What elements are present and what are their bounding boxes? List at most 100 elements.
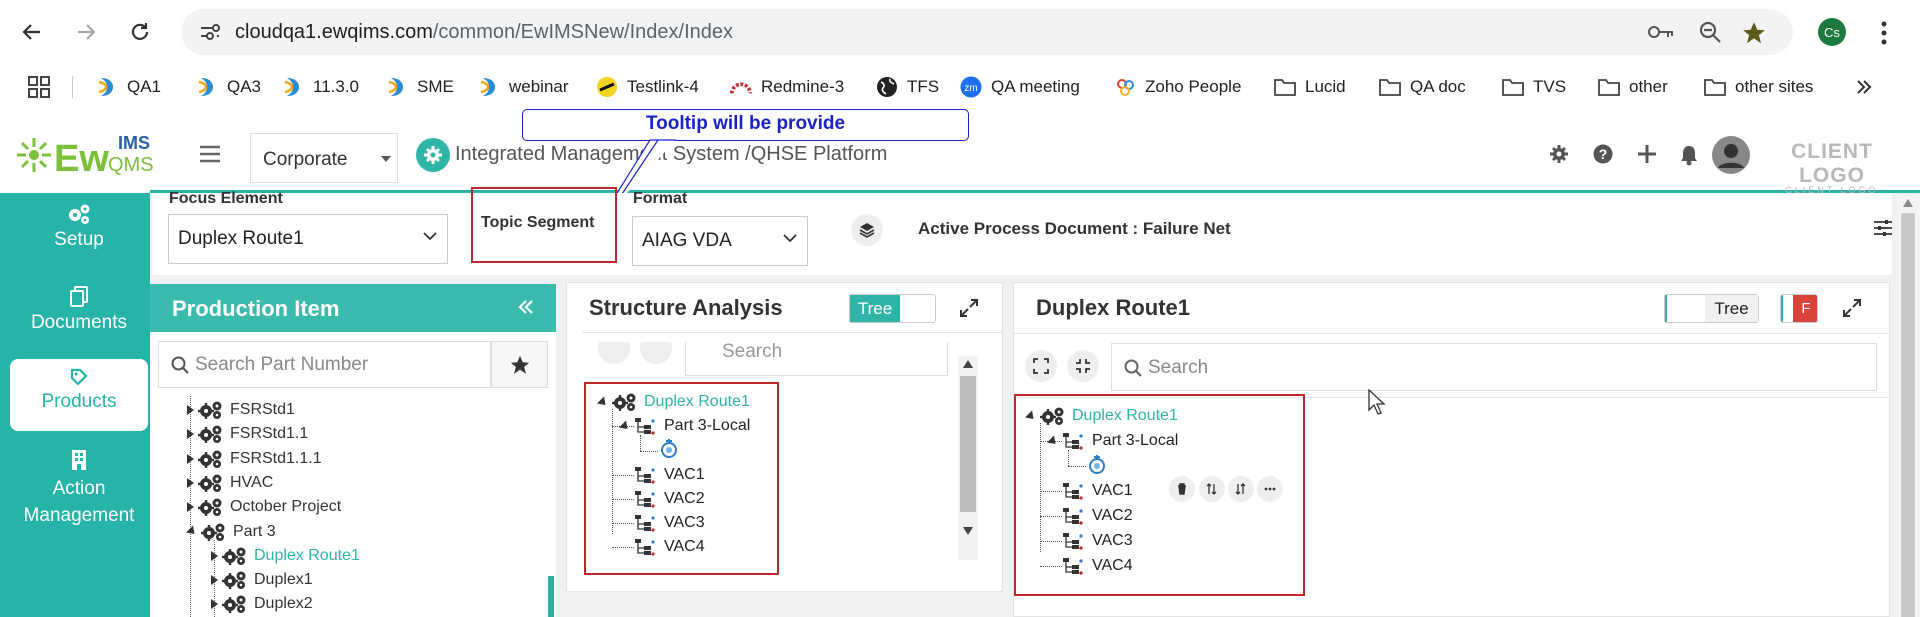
tree-node[interactable]: VAC3 <box>634 512 705 534</box>
add-icon[interactable] <box>1637 144 1657 164</box>
node-sort-asc-button[interactable] <box>1199 476 1225 502</box>
layers-button[interactable] <box>851 214 883 246</box>
focus-element-select[interactable]: Duplex Route1 <box>168 214 448 264</box>
expand-icon[interactable] <box>1843 299 1861 317</box>
tree-leaf-component[interactable] <box>1086 453 1108 475</box>
collapsed-caret-icon <box>187 453 194 464</box>
expand-all-button[interactable] <box>598 342 630 366</box>
tree-node[interactable]: Part 3-Local <box>618 415 750 437</box>
collapse-panel-icon[interactable] <box>518 300 534 314</box>
expand-all-button[interactable] <box>1025 350 1057 382</box>
bookmark-redmine[interactable]: Redmine-3 <box>730 74 844 100</box>
corporate-select[interactable]: Corporate <box>250 133 398 183</box>
tree-item[interactable]: Part 3 <box>185 520 276 544</box>
node-more-button[interactable] <box>1257 476 1283 502</box>
tree-node[interactable]: VAC2 <box>1062 505 1133 527</box>
structure-view-toggle[interactable]: Tree <box>849 294 936 323</box>
favorites-button[interactable] <box>491 341 548 388</box>
sidebar-item-action-management[interactable]: Action Management <box>10 449 148 539</box>
sidebar-item-label: Setup <box>54 229 104 250</box>
search-part-number-input[interactable]: Search Part Number <box>158 341 491 388</box>
tree-item[interactable]: FSRStd1 <box>187 398 295 422</box>
apps-grid-icon[interactable] <box>28 76 50 98</box>
tree-item[interactable]: Duplex2 <box>211 592 313 616</box>
bookmark-tfs[interactable]: TFS <box>876 74 939 100</box>
scrollbar-thumb[interactable] <box>960 376 976 512</box>
format-select[interactable]: AIAG VDA <box>632 216 808 266</box>
duplex-view-toggle[interactable]: Tree <box>1664 294 1759 323</box>
bookmark-lucid[interactable]: Lucid <box>1274 74 1346 100</box>
scroll-down-icon <box>963 527 973 535</box>
tree-node[interactable]: VAC3 <box>1062 530 1133 552</box>
folder-icon <box>1502 76 1524 98</box>
tree-item[interactable]: Duplex Route1 <box>211 544 360 568</box>
structure-scrollbar[interactable] <box>958 356 978 560</box>
tree-connector <box>612 547 634 549</box>
notification-bell-icon[interactable] <box>1679 144 1699 166</box>
process-node-icon <box>635 418 655 435</box>
bookmark-other[interactable]: other <box>1598 74 1668 100</box>
reload-button[interactable] <box>122 14 158 50</box>
collapse-all-button[interactable] <box>640 342 672 366</box>
expand-icon[interactable] <box>960 299 978 317</box>
sidebar-item-products[interactable]: Products <box>10 359 148 431</box>
ewqims-logo[interactable]: Ew QMS IMS <box>14 127 174 183</box>
bookmark-zoho-people[interactable]: Zoho People <box>1114 74 1241 100</box>
tree-root-node[interactable]: Duplex Route1 <box>1024 405 1178 427</box>
node-delete-button[interactable] <box>1169 476 1195 502</box>
user-avatar[interactable] <box>1712 136 1750 174</box>
failure-toggle[interactable]: F <box>1780 294 1818 323</box>
hamburger-menu-icon[interactable] <box>199 145 221 163</box>
kebab-menu-icon[interactable] <box>1880 20 1888 46</box>
bookmark-1130[interactable]: 11.3.0 <box>282 74 359 100</box>
duplex-search-input[interactable]: Search <box>1111 343 1877 391</box>
module-settings-button[interactable] <box>416 138 450 172</box>
tree-item[interactable]: FSRStd1.1.1 <box>187 447 322 471</box>
bookmark-other-sites[interactable]: other sites <box>1704 74 1813 100</box>
tree-item[interactable]: FSRStd1.1 <box>187 422 308 446</box>
scrollbar-thumb[interactable] <box>1901 213 1915 617</box>
node-sort-desc-button[interactable] <box>1228 476 1254 502</box>
search-icon <box>171 356 189 374</box>
settings-gear-icon[interactable] <box>1549 144 1569 164</box>
back-button[interactable] <box>14 14 50 50</box>
bookmark-qa3[interactable]: QA3 <box>196 74 261 100</box>
bookmark-qa-meeting[interactable]: zm QA meeting <box>960 74 1080 100</box>
bookmark-qa-doc[interactable]: QA doc <box>1379 74 1466 100</box>
process-node-icon <box>1063 508 1083 525</box>
panel-scrollbar[interactable] <box>548 576 554 617</box>
process-node-icon <box>1063 483 1083 500</box>
collapse-all-button[interactable] <box>1067 350 1099 382</box>
tree-root-node[interactable]: Duplex Route1 <box>596 391 750 413</box>
tree-node[interactable]: VAC1 <box>634 464 705 486</box>
bookmark-tvs[interactable]: TVS <box>1502 74 1566 100</box>
bookmark-qa1[interactable]: QA1 <box>96 74 161 100</box>
filter-sliders-icon[interactable] <box>1873 219 1893 237</box>
address-bar[interactable]: cloudqa1.ewqims.com/common/EwIMSNew/Inde… <box>181 9 1793 55</box>
tree-node[interactable]: VAC2 <box>634 488 705 510</box>
tree-node[interactable]: VAC4 <box>1062 555 1133 577</box>
bookmark-sme[interactable]: SME <box>386 74 454 100</box>
tree-node[interactable]: Part 3-Local <box>1046 430 1178 452</box>
profile-avatar[interactable]: Cs <box>1818 18 1846 46</box>
sidebar-item-documents[interactable]: Documents <box>10 286 148 350</box>
expanded-caret-icon <box>185 525 199 538</box>
sidebar-item-setup[interactable]: Setup <box>10 203 148 267</box>
more-bookmarks-icon[interactable] <box>1856 80 1872 94</box>
tree-leaf-component[interactable] <box>658 437 680 459</box>
tree-item-label: Part 3 <box>233 522 276 540</box>
help-icon[interactable]: ? <box>1593 144 1613 164</box>
tree-item[interactable]: October Project <box>187 495 341 519</box>
tree-item[interactable]: Duplex1 <box>211 568 313 592</box>
page-scrollbar[interactable] <box>1897 195 1920 617</box>
collapsed-caret-icon <box>187 429 194 440</box>
forward-button[interactable] <box>68 14 104 50</box>
tree-node[interactable]: VAC4 <box>634 536 705 558</box>
tree-node[interactable]: VAC1 <box>1062 480 1133 502</box>
tree-item[interactable]: HVAC <box>187 471 273 495</box>
bookmark-webinar[interactable]: webinar <box>478 74 569 100</box>
tree-node-label: VAC1 <box>1092 482 1133 499</box>
structure-search-input[interactable]: Search <box>685 342 948 376</box>
corporate-value: Corporate <box>263 149 348 170</box>
bookmark-testlink[interactable]: Testlink-4 <box>596 74 699 100</box>
